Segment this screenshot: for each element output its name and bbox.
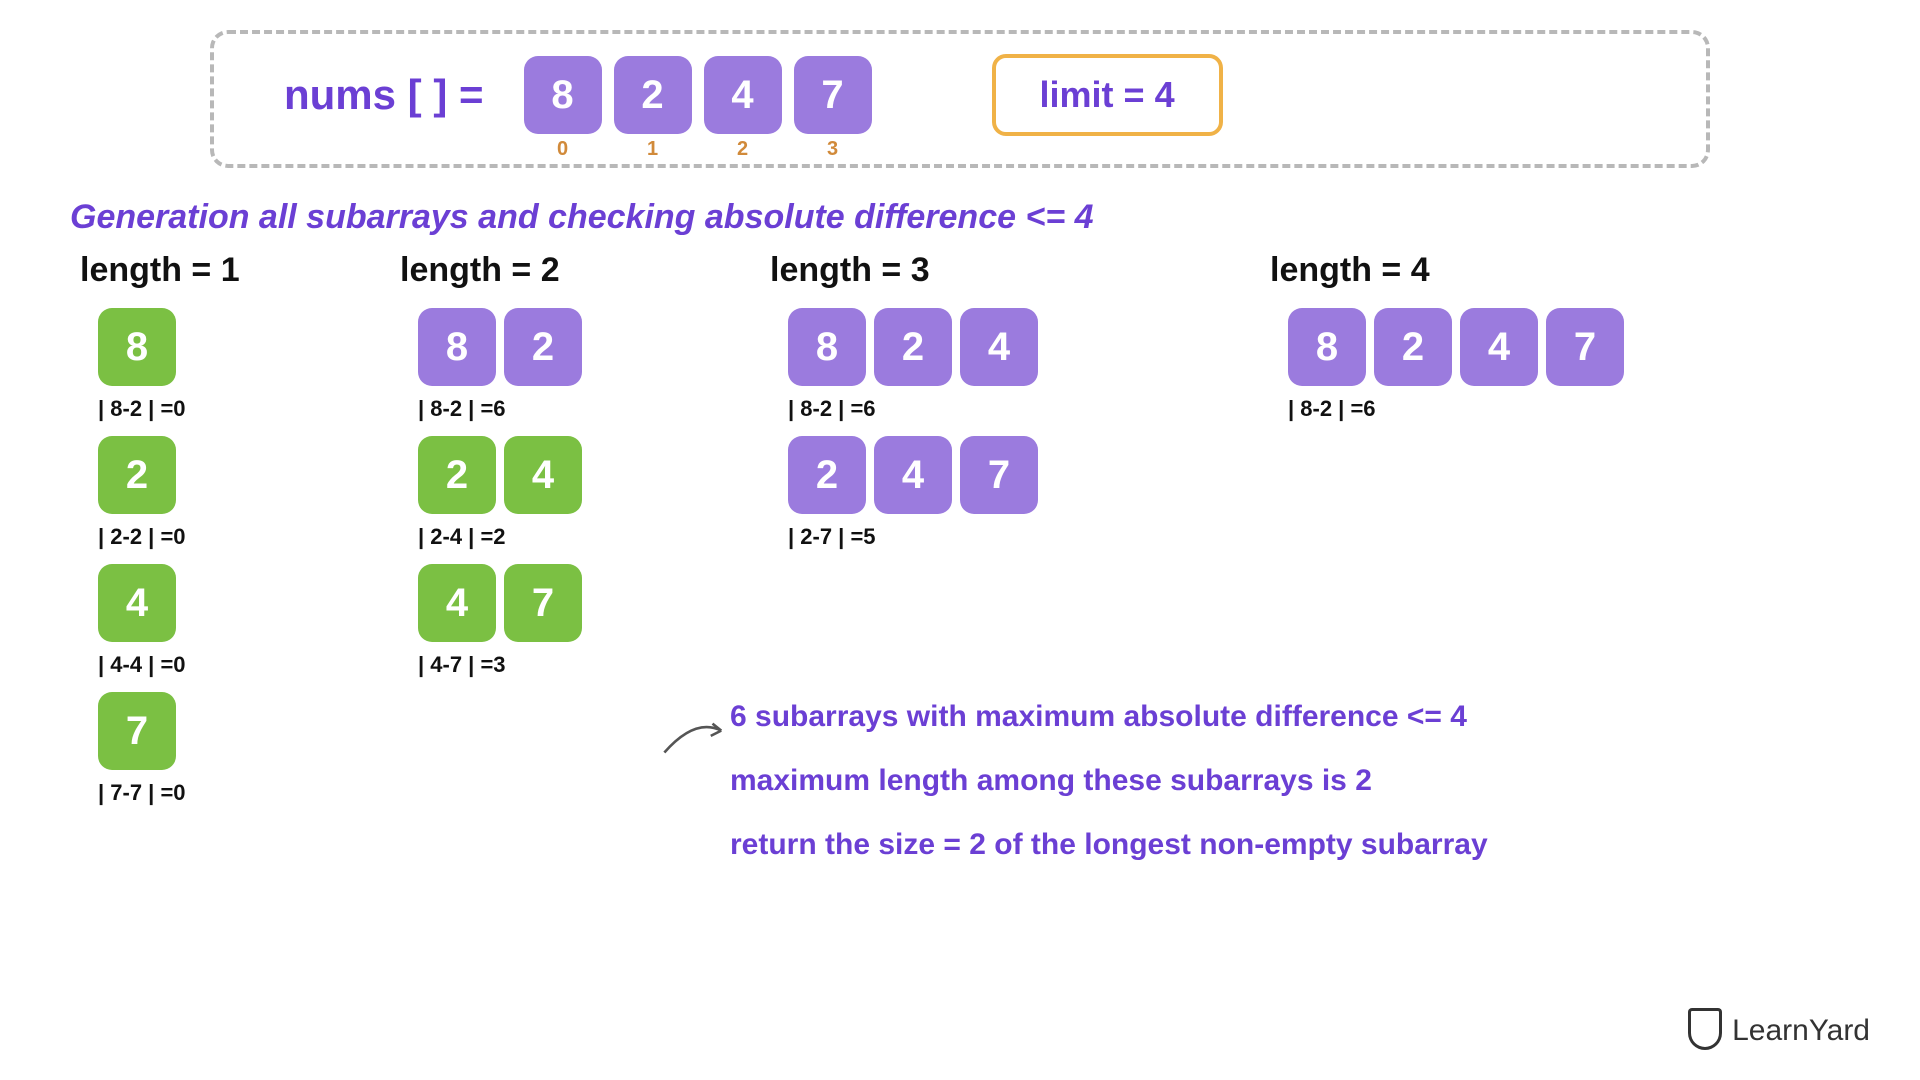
cell: 7	[1546, 308, 1624, 386]
diff-label: | 4-7 | =3	[418, 652, 582, 678]
cell: 2	[874, 308, 952, 386]
subarray: 47 | 4-7 | =3	[418, 564, 582, 678]
nums-idx-0: 0	[524, 138, 602, 161]
diff-label: | 2-4 | =2	[418, 524, 582, 550]
summary-line: maximum length among these subarrays is …	[730, 764, 1488, 798]
summary-line: return the size = 2 of the longest non-e…	[730, 828, 1488, 862]
subarray: 8247 | 8-2 | =6	[1288, 308, 1624, 422]
diff-label: | 8-2 | =0	[98, 396, 186, 422]
subarray: 8 | 8-2 | =0	[98, 308, 186, 422]
diff-label: | 7-7 | =0	[98, 780, 186, 806]
logo: LearnYard	[1688, 1012, 1870, 1050]
subarray: 247 | 2-7 | =5	[788, 436, 1038, 550]
cell: 8	[1288, 308, 1366, 386]
cell: 8	[788, 308, 866, 386]
cell: 7	[98, 692, 176, 770]
diff-label: | 4-4 | =0	[98, 652, 186, 678]
cell: 2	[1374, 308, 1452, 386]
subarray: 2 | 2-2 | =0	[98, 436, 186, 550]
diff-label: | 8-2 | =6	[788, 396, 1038, 422]
subarray: 24 | 2-4 | =2	[418, 436, 582, 550]
subtitle: Generation all subarrays and checking ab…	[70, 198, 1860, 237]
nums-box-3: 7	[794, 56, 872, 134]
cell: 8	[98, 308, 176, 386]
cell: 4	[504, 436, 582, 514]
cell: 7	[504, 564, 582, 642]
diff-label: | 2-7 | =5	[788, 524, 1038, 550]
cell: 4	[960, 308, 1038, 386]
nums-box-1: 2	[614, 56, 692, 134]
column-len3: length = 3 824| 8-2 | =6 247| 2-7 | =5	[770, 251, 1210, 564]
column-len4: length = 4 8247 | 8-2 | =6	[1270, 251, 1624, 436]
cell: 2	[504, 308, 582, 386]
cell: 4	[418, 564, 496, 642]
cell: 2	[98, 436, 176, 514]
limit-box: limit = 4	[992, 54, 1223, 136]
nums-box-2: 4	[704, 56, 782, 134]
logo-icon	[1688, 1012, 1722, 1050]
col-header-2: length = 2	[400, 251, 560, 290]
subarray: 4 | 4-4 | =0	[98, 564, 186, 678]
column-len1: length = 1 8 | 8-2 | =0 2 | 2-2 | =0 4 | 4-…	[80, 251, 340, 820]
arrow-icon	[660, 710, 730, 760]
nums-box-0: 8	[524, 56, 602, 134]
cell: 8	[418, 308, 496, 386]
diff-label: | 2-2 | =0	[98, 524, 186, 550]
cell: 4	[98, 564, 176, 642]
nums-idx-1: 1	[614, 138, 692, 161]
nums-idx-2: 2	[704, 138, 782, 161]
nums-label: nums [ ] =	[284, 71, 484, 119]
cell: 4	[874, 436, 952, 514]
nums-array: 80 21 42 73	[524, 56, 872, 134]
cell: 7	[960, 436, 1038, 514]
logo-text: LearnYard	[1732, 1014, 1870, 1048]
diff-label: | 8-2 | =6	[1288, 396, 1624, 422]
cell: 4	[1460, 308, 1538, 386]
subarray: 824 | 8-2 | =6	[788, 308, 1038, 422]
col-header-1: length = 1	[80, 251, 240, 290]
subarray: 82 | 8-2 | =6	[418, 308, 582, 422]
summary-line: 6 subarrays with maximum absolute differ…	[730, 700, 1488, 734]
col-header-3: length = 3	[770, 251, 930, 290]
cell: 2	[418, 436, 496, 514]
nums-idx-3: 3	[794, 138, 872, 161]
cell: 2	[788, 436, 866, 514]
summary: 6 subarrays with maximum absolute differ…	[730, 700, 1488, 862]
input-header: nums [ ] = 80 21 42 73 limit = 4	[210, 30, 1710, 168]
column-len2: length = 2 82| 8-2 | =6 24| 2-4 | =2 47|…	[400, 251, 710, 692]
col-header-4: length = 4	[1270, 251, 1430, 290]
subarray: 7 | 7-7 | =0	[98, 692, 186, 806]
diff-label: | 8-2 | =6	[418, 396, 582, 422]
